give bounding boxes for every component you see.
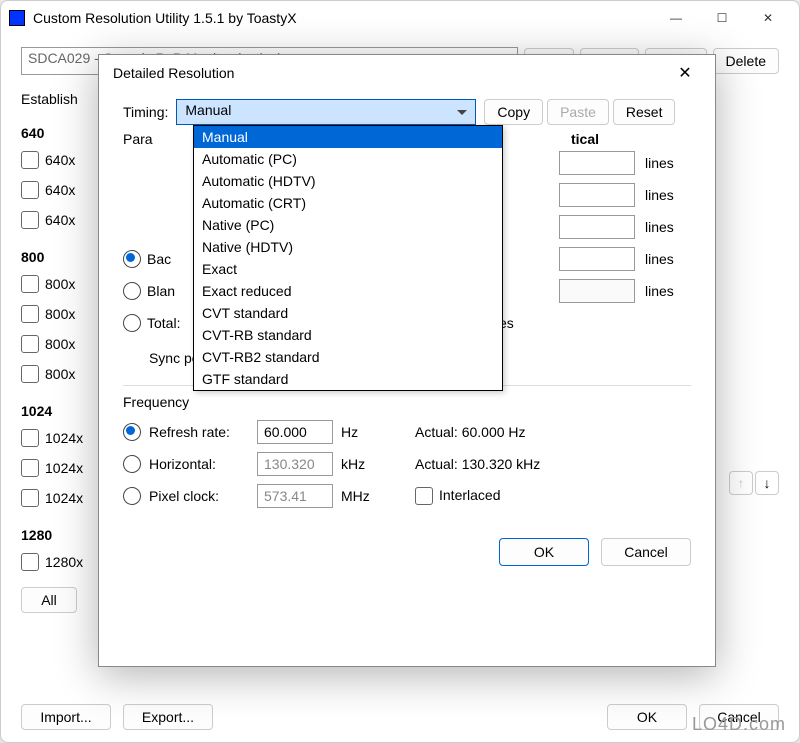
refresh-input[interactable] bbox=[257, 420, 333, 444]
timing-option[interactable]: Automatic (HDTV) bbox=[194, 170, 502, 192]
app-icon bbox=[9, 10, 25, 26]
refresh-radio[interactable] bbox=[123, 423, 141, 441]
res-option[interactable]: 800x bbox=[21, 359, 91, 389]
move-down-button-2[interactable]: ↓ bbox=[755, 471, 779, 495]
window-controls: — ☐ ✕ bbox=[653, 2, 791, 34]
delete-button[interactable]: Delete bbox=[713, 48, 779, 74]
timing-option[interactable]: CVT-RB2 standard bbox=[194, 346, 502, 368]
back-v-input[interactable] bbox=[559, 247, 635, 271]
dialog-title: Detailed Resolution bbox=[113, 65, 669, 81]
pixelclock-label: Pixel clock: bbox=[149, 488, 249, 504]
res-option[interactable]: 640x bbox=[21, 175, 91, 205]
detailed-resolution-dialog: Detailed Resolution ✕ Timing: Manual Cop… bbox=[98, 54, 716, 667]
timing-option[interactable]: GTF standard bbox=[194, 368, 502, 390]
all-button[interactable]: All bbox=[21, 587, 77, 613]
import-button[interactable]: Import... bbox=[21, 704, 111, 730]
horizontal-label: Horizontal: bbox=[149, 456, 249, 472]
dialog-ok-button[interactable]: OK bbox=[499, 538, 589, 566]
titlebar: Custom Resolution Utility 1.5.1 by Toast… bbox=[1, 1, 799, 35]
interlaced-label: Interlaced bbox=[439, 487, 500, 503]
dialog-copy-button[interactable]: Copy bbox=[484, 99, 543, 125]
refresh-actual: Actual: 60.000 Hz bbox=[415, 424, 526, 440]
frequency-label: Frequency bbox=[123, 394, 691, 410]
vertical-header: tical bbox=[571, 131, 691, 147]
timing-option[interactable]: Native (HDTV) bbox=[194, 236, 502, 258]
res-option[interactable]: 800x bbox=[21, 299, 91, 329]
parameters-label: Para bbox=[123, 131, 185, 147]
res-option[interactable]: 640x bbox=[21, 145, 91, 175]
move-up-button-2[interactable]: ↑ bbox=[729, 471, 753, 495]
res-option[interactable]: 1024x bbox=[21, 423, 91, 453]
timing-option[interactable]: Native (PC) bbox=[194, 214, 502, 236]
res-option[interactable]: 800x bbox=[21, 329, 91, 359]
maximize-button[interactable]: ☐ bbox=[699, 2, 745, 34]
timing-option[interactable]: CVT standard bbox=[194, 302, 502, 324]
dialog-paste-button[interactable]: Paste bbox=[547, 99, 609, 125]
timing-option[interactable]: Manual bbox=[194, 126, 502, 148]
pixelclock-radio[interactable] bbox=[123, 487, 141, 505]
dialog-titlebar: Detailed Resolution ✕ bbox=[99, 55, 715, 91]
res-option[interactable]: 800x bbox=[21, 269, 91, 299]
horizontal-input[interactable] bbox=[257, 452, 333, 476]
timing-option[interactable]: Exact reduced bbox=[194, 280, 502, 302]
active-v-input[interactable] bbox=[559, 151, 635, 175]
timing-option[interactable]: Exact bbox=[194, 258, 502, 280]
frequency-section: Frequency Refresh rate: Hz Actual: 60.00… bbox=[123, 394, 691, 512]
res-option[interactable]: 1024x bbox=[21, 483, 91, 513]
sync-v-input[interactable] bbox=[559, 215, 635, 239]
main-ok-button[interactable]: OK bbox=[607, 704, 687, 730]
horizontal-actual: Actual: 130.320 kHz bbox=[415, 456, 540, 472]
horizontal-radio[interactable] bbox=[123, 455, 141, 473]
group-1024: 1024 bbox=[21, 403, 91, 419]
main-cancel-button[interactable]: Cancel bbox=[699, 704, 779, 730]
interlaced-checkbox[interactable] bbox=[415, 487, 433, 505]
window-title: Custom Resolution Utility 1.5.1 by Toast… bbox=[33, 10, 653, 26]
back-radio[interactable] bbox=[123, 250, 141, 268]
dialog-cancel-button[interactable]: Cancel bbox=[601, 538, 691, 566]
pixelclock-input[interactable] bbox=[257, 484, 333, 508]
minimize-button[interactable]: — bbox=[653, 2, 699, 34]
blank-v-input[interactable] bbox=[559, 279, 635, 303]
group-800: 800 bbox=[21, 249, 91, 265]
res-option[interactable]: 1024x bbox=[21, 453, 91, 483]
timing-label: Timing: bbox=[123, 104, 168, 120]
blank-radio[interactable] bbox=[123, 282, 141, 300]
dialog-close-button[interactable]: ✕ bbox=[669, 57, 701, 89]
refresh-label: Refresh rate: bbox=[149, 424, 249, 440]
dialog-reset-button[interactable]: Reset bbox=[613, 99, 676, 125]
timing-option[interactable]: Automatic (PC) bbox=[194, 148, 502, 170]
timing-dropdown[interactable]: Manual bbox=[176, 99, 476, 125]
group-640: 640 bbox=[21, 125, 91, 141]
timing-option[interactable]: Automatic (CRT) bbox=[194, 192, 502, 214]
group-1280: 1280 bbox=[21, 527, 91, 543]
res-option[interactable]: 640x bbox=[21, 205, 91, 235]
export-button[interactable]: Export... bbox=[123, 704, 213, 730]
front-v-input[interactable] bbox=[559, 183, 635, 207]
timing-dropdown-menu: Manual Automatic (PC) Automatic (HDTV) A… bbox=[193, 125, 503, 391]
total-radio[interactable] bbox=[123, 314, 141, 332]
res-option[interactable]: 1280x bbox=[21, 547, 91, 577]
timing-option[interactable]: CVT-RB standard bbox=[194, 324, 502, 346]
close-button[interactable]: ✕ bbox=[745, 2, 791, 34]
